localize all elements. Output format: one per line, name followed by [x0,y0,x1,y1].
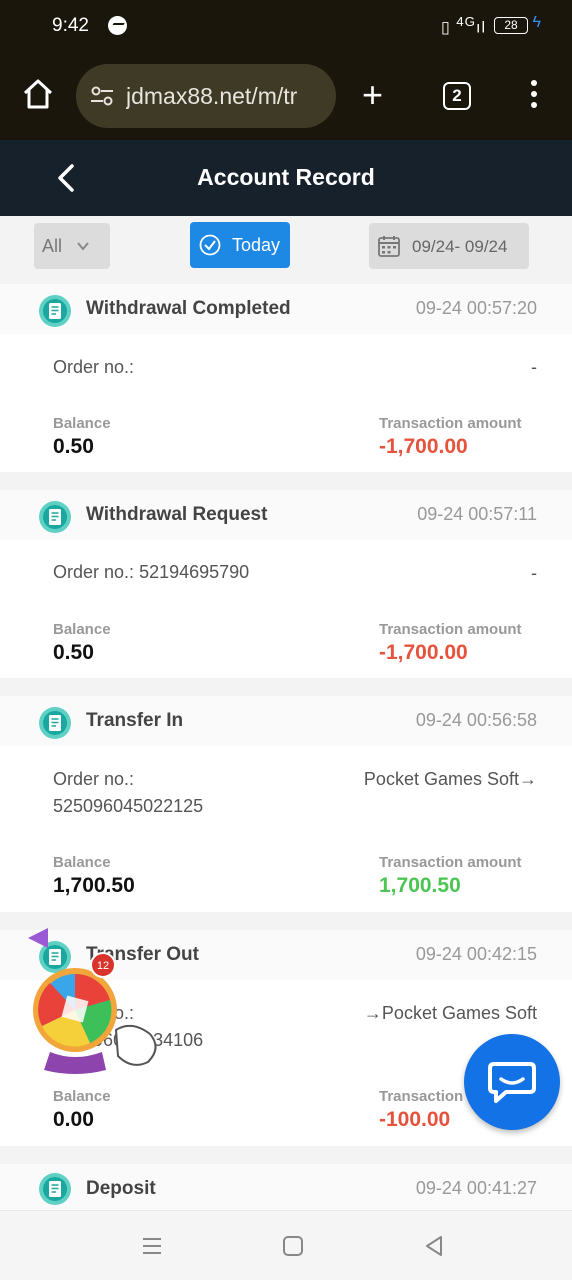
receipt-icon [39,295,71,327]
record-header: Withdrawal Request 09-24 00:57:11 [0,490,572,540]
balance-label: Balance [53,621,111,638]
transfer-route: →Pocket Games Soft [363,1003,537,1023]
record-type: Withdrawal Completed [86,298,291,319]
browser-toolbar: jdmax88.net/m/tr + 2 [0,52,572,140]
record-time: 09-24 00:57:20 [415,298,537,318]
transfer-route: - [531,357,537,377]
order-number: Order no.: 52194695790 [53,562,250,582]
filter-bar: All Today 09/24- 09/24 [0,216,572,284]
record-card[interactable]: Transfer In 09-24 00:56:58 Order no.: 525… [0,696,572,912]
record-type: Withdrawal Request [86,504,268,525]
record-time: 09-24 00:56:58 [415,710,537,730]
live-chat-button[interactable] [464,1034,560,1130]
tab-switcher-button[interactable]: 2 [443,82,471,110]
record-time: 09-24 00:41:27 [415,1178,537,1198]
amount-label: Transaction amount [379,854,522,871]
balance-label: Balance [53,415,111,432]
record-header: Transfer In 09-24 00:56:58 [0,696,572,746]
messenger-icon [108,16,127,35]
calendar-icon [378,236,400,257]
chevron-down-icon [77,242,89,251]
balance-value: 1,700.50 [53,874,135,897]
balance-value: 0.50 [53,435,94,458]
order-number: Order no.: 525096045022125 [53,769,204,816]
receipt-icon [39,707,71,739]
chat-bubble-icon [488,1062,536,1103]
date-range-picker[interactable]: 09/24- 09/24 [369,223,529,269]
transfer-route: - [531,563,537,583]
type-filter-dropdown[interactable]: All [34,223,110,269]
new-tab-icon[interactable]: + [362,70,383,120]
balance-label: Balance [53,1088,111,1105]
balance-value: 0.50 [53,641,94,664]
receipt-icon [39,1173,71,1205]
amount-value: -1,700.00 [379,641,468,664]
order-number: Order no.: [53,357,135,377]
record-card[interactable]: Withdrawal Request 09-24 00:57:11 Order … [0,490,572,678]
amount-value: -100.00 [379,1108,451,1131]
page-title: Account Record [197,164,375,190]
record-time: 09-24 00:42:15 [415,944,537,964]
record-card[interactable]: Withdrawal Completed 09-24 00:57:20 Orde… [0,284,572,472]
recent-apps-icon[interactable] [140,1234,164,1258]
record-type: Deposit [86,1178,156,1199]
status-time: 9:42 [52,15,89,36]
record-header: Withdrawal Completed 09-24 00:57:20 [0,284,572,334]
home-button-icon[interactable] [281,1234,305,1258]
amount-label: Transaction amount [379,415,522,432]
type-filter-label: All [42,236,63,256]
battery-icon: 28 [494,17,528,34]
balance-label: Balance [53,854,111,871]
back-button-icon[interactable] [422,1234,446,1258]
today-filter-button[interactable]: Today [190,222,290,268]
amount-label: Transaction amount [379,621,522,638]
url-text: jdmax88.net/m/tr [126,83,298,109]
transfer-route: Pocket Games Soft→ [363,769,537,789]
lucky-wheel-promo[interactable]: 12 [20,928,165,1078]
receipt-icon [39,501,71,533]
signal-icon: ▯ 4Gıl [440,14,486,37]
home-icon[interactable] [22,78,54,110]
status-bar: 9:42 ▯ 4Gıl 28 ϟ [0,0,572,52]
charging-icon: ϟ [532,14,541,31]
site-settings-icon[interactable] [90,86,114,106]
amount-value: -1,700.00 [379,435,468,458]
promo-badge: 12 [97,960,109,972]
record-header: Deposit 09-24 00:41:27 [0,1164,572,1210]
system-nav-bar [0,1210,572,1280]
balance-value: 0.00 [53,1108,94,1131]
more-menu-icon[interactable] [528,80,540,112]
date-range-label: 09/24- 09/24 [412,237,508,256]
url-bar[interactable]: jdmax88.net/m/tr [76,64,336,128]
record-card[interactable]: Deposit 09-24 00:41:27 [0,1164,572,1210]
check-circle-icon [199,234,221,256]
app-header: Account Record [0,140,572,216]
record-type: Transfer In [86,710,184,731]
today-filter-label: Today [232,235,281,255]
amount-value: 1,700.50 [379,874,461,897]
record-time: 09-24 00:57:11 [417,504,537,524]
